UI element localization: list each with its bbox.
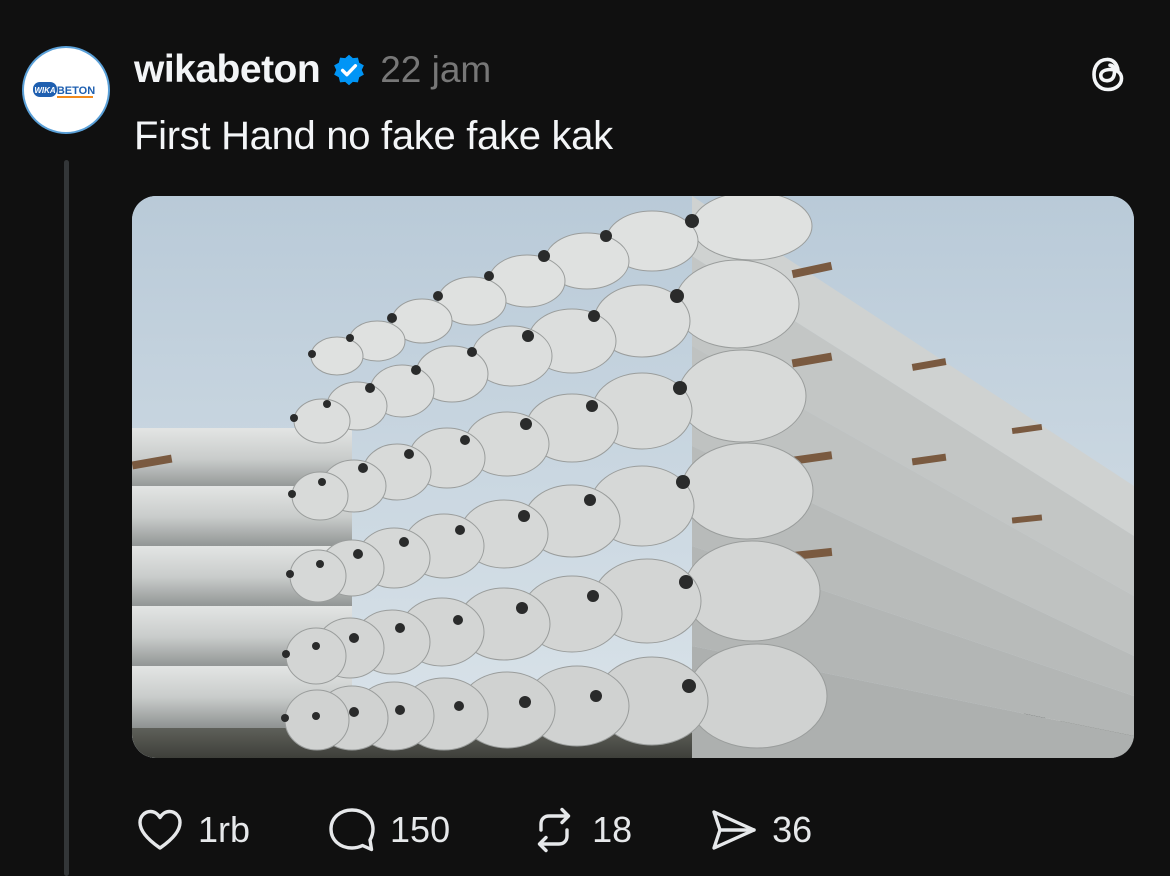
share-button[interactable]: 36 [708,804,812,856]
avatar[interactable]: WIKA BETON [24,48,108,132]
concrete-piles-photo [132,196,1134,758]
post-actions: 1rb 150 18 36 [134,802,812,858]
repost-count: 18 [592,809,633,850]
paper-plane-icon [712,810,756,850]
share-count: 36 [772,809,813,850]
logo-suffix-text: BETON [57,85,95,97]
thread-connector-line [64,160,69,876]
verified-badge-icon [334,54,365,86]
like-count: 1rb [198,809,251,850]
post-image[interactable] [132,196,1134,758]
speech-bubble-icon [329,808,375,852]
reply-button[interactable]: 150 [326,804,450,856]
threads-logo-icon[interactable] [1084,50,1132,98]
logo-prefix-text: WIKA [34,86,56,95]
post-text: First Hand no fake fake kak [134,114,613,158]
like-button[interactable]: 1rb [134,804,250,856]
heart-icon [138,809,182,850]
post-timestamp[interactable]: 22 jam [380,49,491,91]
post-header: wikabeton 22 jam [134,46,491,94]
wikabeton-logo: WIKA BETON [25,49,107,131]
repost-button[interactable]: 18 [528,804,632,856]
reply-count: 150 [390,809,451,850]
username[interactable]: wikabeton [134,48,321,92]
repost-arrows-icon [537,807,571,853]
